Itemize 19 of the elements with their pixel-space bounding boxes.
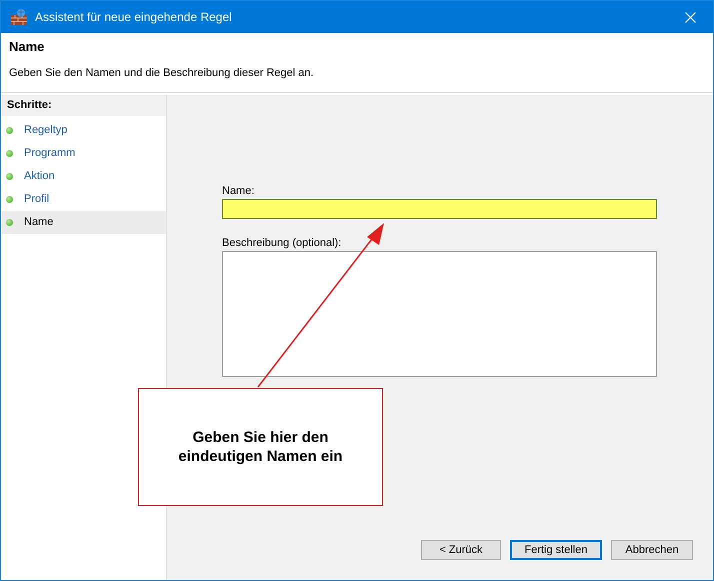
step-item[interactable]: Regeltyp xyxy=(1,119,166,142)
step-item[interactable]: Programm xyxy=(1,142,166,165)
step-item[interactable]: Aktion xyxy=(1,165,166,188)
dialog-button[interactable]: Fertig stellen xyxy=(510,540,602,560)
dialog-button[interactable]: < Zurück xyxy=(421,540,501,560)
name-label: Name: xyxy=(222,184,256,198)
step-item[interactable]: Name xyxy=(1,211,166,234)
annotation-text: Geben Sie hier den eindeutigen Namen ein xyxy=(177,428,344,466)
description-input[interactable] xyxy=(222,251,657,377)
window-title: Assistent für neue eingehende Regel xyxy=(35,9,232,26)
description-label: Beschreibung (optional): xyxy=(222,236,342,250)
page-title: Name xyxy=(9,39,46,55)
dialog-button[interactable]: Abbrechen xyxy=(611,540,693,560)
name-input[interactable] xyxy=(222,199,657,219)
steps-heading: Schritte: xyxy=(1,95,166,116)
close-icon xyxy=(684,12,696,22)
brick-wall-icon xyxy=(10,8,28,26)
page-description: Geben Sie den Namen und die Beschreibung dieser Regel an. xyxy=(9,66,315,81)
step-item[interactable]: Profil xyxy=(1,188,166,211)
